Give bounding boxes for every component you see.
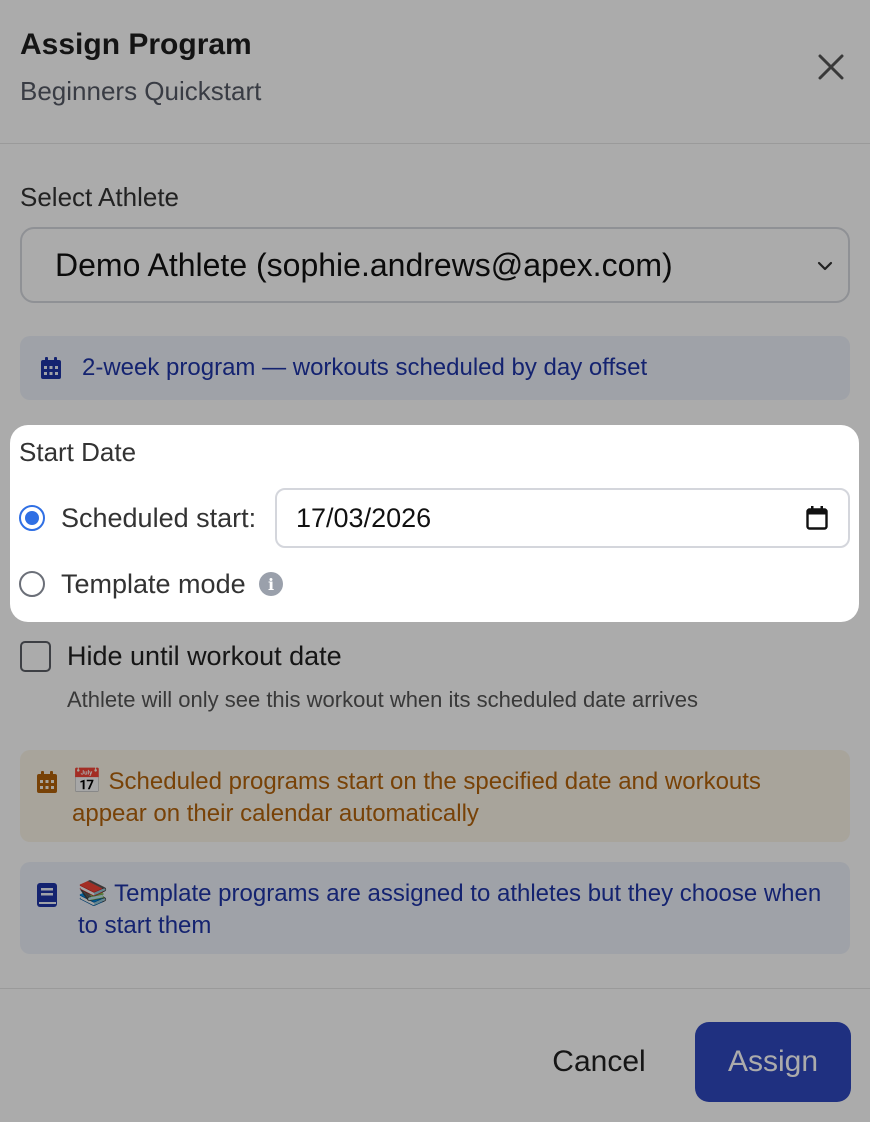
dialog-title: Assign Program <box>20 28 252 61</box>
close-icon <box>818 54 844 80</box>
start-date-input[interactable]: 17/03/2026 <box>275 488 850 548</box>
start-date-value: 17/03/2026 <box>296 502 432 533</box>
calendar-icon <box>37 771 57 793</box>
scheduled-start-radio[interactable] <box>19 505 45 531</box>
template-mode-radio[interactable] <box>19 571 45 597</box>
athlete-select-value: Demo Athlete (sophie.andrews@apex.com) <box>55 246 673 283</box>
book-icon <box>37 883 57 907</box>
chevron-down-icon <box>817 261 833 271</box>
hide-until-date-checkbox[interactable] <box>20 641 51 672</box>
info-icon[interactable]: i <box>259 572 283 596</box>
hide-until-date-label[interactable]: Hide until workout date <box>67 641 342 672</box>
calendar-picker-icon[interactable] <box>806 505 828 531</box>
scheduled-start-label[interactable]: Scheduled start: <box>61 503 256 534</box>
hide-until-date-help: Athlete will only see this workout when … <box>67 687 698 712</box>
start-date-section: Start Date Scheduled start: 17/03/2026 T… <box>10 425 859 622</box>
athlete-select[interactable]: Demo Athlete (sophie.andrews@apex.com) <box>20 227 850 303</box>
cancel-button[interactable]: Cancel <box>535 1034 663 1090</box>
program-info-banner: 2-week program — workouts scheduled by d… <box>20 336 850 400</box>
calendar-icon <box>41 357 61 379</box>
scheduled-note-text: 📅 Scheduled programs start on the specif… <box>72 768 761 827</box>
close-button[interactable] <box>812 48 850 86</box>
program-info-text: 2-week program — workouts scheduled by d… <box>82 354 648 381</box>
dialog-header: Assign Program Beginners Quickstart <box>0 0 870 144</box>
template-note-banner: 📚 Template programs are assigned to athl… <box>20 862 850 954</box>
start-date-label: Start Date <box>19 437 137 467</box>
dialog-subtitle: Beginners Quickstart <box>20 76 262 106</box>
template-mode-label[interactable]: Template mode <box>61 569 246 600</box>
select-athlete-label: Select Athlete <box>20 182 179 212</box>
scheduled-note-banner: 📅 Scheduled programs start on the specif… <box>20 750 850 842</box>
template-note-text: 📚 Template programs are assigned to athl… <box>78 880 822 939</box>
assign-program-dialog: Assign Program Beginners Quickstart Sele… <box>0 0 870 1122</box>
assign-button[interactable]: Assign <box>695 1022 851 1102</box>
